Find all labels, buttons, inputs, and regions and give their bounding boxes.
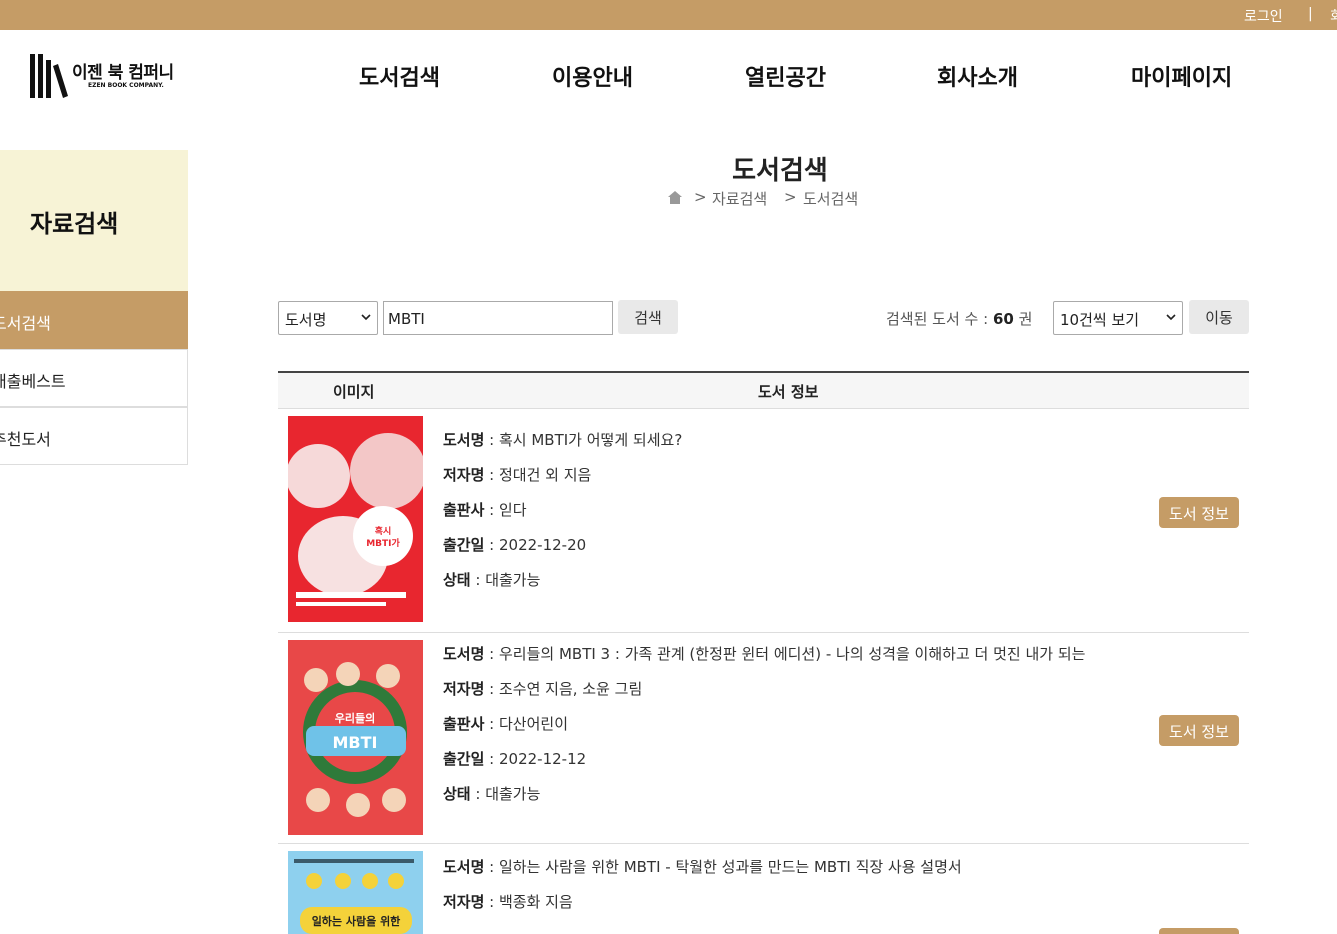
- book-title[interactable]: 혹시 MBTI가 어떻게 되세요?: [499, 431, 682, 449]
- book-cover-image[interactable]: 일하는 사람을 위한: [288, 851, 423, 934]
- field-label-status: 상태: [443, 571, 471, 589]
- table-row: 혹시 MBTI가 도서명 : 혹시 MBTI가 어떻게 되세요? 저자명 : 정…: [278, 409, 1249, 633]
- book-cover-art: 혹시 MBTI가: [288, 416, 423, 622]
- chevron-down-icon: [361, 314, 371, 321]
- top-bar: 로그인 | 회: [0, 0, 1337, 30]
- results-table-header: 이미지 도서 정보: [278, 371, 1249, 409]
- breadcrumb-separator: >: [694, 188, 707, 206]
- svg-text:MBTI가: MBTI가: [366, 537, 400, 549]
- search-input[interactable]: MBTI: [383, 301, 613, 335]
- field-label-author: 저자명: [443, 680, 485, 698]
- search-field-select[interactable]: 도서명: [278, 301, 378, 335]
- svg-text:우리들의: 우리들의: [335, 711, 375, 725]
- field-label-author: 저자명: [443, 893, 485, 911]
- table-row: 우리들의 MBTI 도서명 : 우리들의 MBTI 3 : 가족 관계 (한정판…: [278, 633, 1249, 844]
- svg-text:혹시: 혹시: [375, 525, 392, 537]
- book-status: 대출가능: [485, 785, 541, 803]
- breadcrumb-separator: >: [784, 188, 797, 206]
- field-label-title: 도서명: [443, 858, 485, 876]
- book-publisher: 다산어린이: [499, 715, 569, 733]
- column-header-info: 도서 정보: [758, 383, 819, 401]
- nav-open-space[interactable]: 열린공간: [745, 60, 826, 92]
- book-author: 정대건 외 지음: [499, 466, 592, 484]
- move-button[interactable]: 이동: [1189, 300, 1249, 334]
- result-count: 검색된 도서 수 : 60 권: [886, 308, 1032, 329]
- search-field-value: 도서명: [285, 311, 327, 329]
- topbar-separator: |: [1308, 6, 1313, 22]
- breadcrumb-current: 도서검색: [803, 190, 859, 208]
- search-button[interactable]: 검색: [618, 300, 678, 334]
- book-cover-art: 일하는 사람을 위한: [288, 851, 423, 934]
- result-count-value: 60: [992, 310, 1014, 328]
- company-logo[interactable]: 이젠 북 컴퍼니 EZEN BOOK COMPANY.: [28, 50, 188, 98]
- table-row: 일하는 사람을 위한 도서명 : 일하는 사람을 위한 MBTI - 탁월한 성…: [278, 844, 1249, 934]
- bookshelf-logo-icon: [30, 54, 68, 98]
- result-count-label: 검색된 도서 수 :: [886, 310, 993, 328]
- per-page-select[interactable]: 10건씩 보기: [1053, 301, 1183, 335]
- sidebar-item-recommended[interactable]: 추천도서: [0, 407, 188, 465]
- book-cover-image[interactable]: 우리들의 MBTI: [288, 640, 423, 835]
- page-title: 도서검색: [732, 156, 828, 186]
- book-date: 2022-12-12: [499, 750, 587, 768]
- book-detail-button[interactable]: [1159, 928, 1239, 934]
- breadcrumb-item[interactable]: 자료검색: [712, 188, 767, 209]
- book-date: 2022-12-20: [499, 536, 587, 554]
- sidebar-item-book-search[interactable]: 도서검색: [0, 291, 188, 349]
- book-publisher: 읻다: [499, 501, 527, 519]
- topbar-link-cut[interactable]: 회: [1330, 6, 1337, 26]
- field-label-date: 출간일: [443, 536, 485, 554]
- book-info: 도서명 : 우리들의 MBTI 3 : 가족 관계 (한정판 윈터 에디션) -…: [443, 645, 1086, 803]
- nav-book-search[interactable]: 도서검색: [359, 60, 440, 92]
- book-author: 조수연 지음, 소윤 그림: [499, 680, 643, 698]
- chevron-down-icon: [1166, 314, 1176, 321]
- book-detail-button[interactable]: 도서 정보: [1159, 715, 1239, 746]
- column-header-image: 이미지: [333, 383, 375, 401]
- book-author: 백종화 지음: [499, 893, 573, 911]
- field-label-publisher: 출판사: [443, 501, 485, 519]
- field-label-date: 출간일: [443, 750, 485, 768]
- field-label-author: 저자명: [443, 466, 485, 484]
- field-label-status: 상태: [443, 785, 471, 803]
- sidebar-header: 자료검색: [0, 150, 188, 291]
- per-page-value: 10건씩 보기: [1060, 311, 1140, 329]
- nav-guide[interactable]: 이용안내: [552, 60, 633, 92]
- sidebar-item-loan-best[interactable]: 대출베스트: [0, 349, 188, 407]
- logo-subtitle: EZEN BOOK COMPANY.: [88, 82, 164, 89]
- svg-text:MBTI: MBTI: [333, 733, 378, 752]
- book-title[interactable]: 일하는 사람을 위한 MBTI - 탁월한 성과를 만드는 MBTI 직장 사용…: [499, 858, 962, 876]
- result-count-unit: 권: [1013, 310, 1033, 328]
- field-label-title: 도서명: [443, 431, 485, 449]
- nav-mypage[interactable]: 마이페이지: [1131, 60, 1232, 92]
- book-detail-button[interactable]: 도서 정보: [1159, 497, 1239, 528]
- home-icon[interactable]: [668, 191, 682, 204]
- book-cover-image[interactable]: 혹시 MBTI가: [288, 416, 423, 622]
- nav-about[interactable]: 회사소개: [937, 60, 1018, 92]
- login-link[interactable]: 로그인: [1244, 6, 1283, 26]
- book-status: 대출가능: [485, 571, 541, 589]
- svg-text:일하는 사람을 위한: 일하는 사람을 위한: [312, 914, 401, 928]
- book-cover-art: 우리들의 MBTI: [288, 640, 423, 835]
- sidebar-title: 자료검색: [30, 210, 119, 238]
- field-label-title: 도서명: [443, 645, 485, 663]
- field-label-publisher: 출판사: [443, 715, 485, 733]
- book-info: 도서명 : 일하는 사람을 위한 MBTI - 탁월한 성과를 만드는 MBTI…: [443, 858, 962, 911]
- book-info: 도서명 : 혹시 MBTI가 어떻게 되세요? 저자명 : 정대건 외 지음 출…: [443, 431, 683, 589]
- book-title[interactable]: 우리들의 MBTI 3 : 가족 관계 (한정판 윈터 에디션) - 나의 성격…: [499, 645, 1085, 663]
- logo-name: 이젠 북 컴퍼니: [72, 63, 174, 83]
